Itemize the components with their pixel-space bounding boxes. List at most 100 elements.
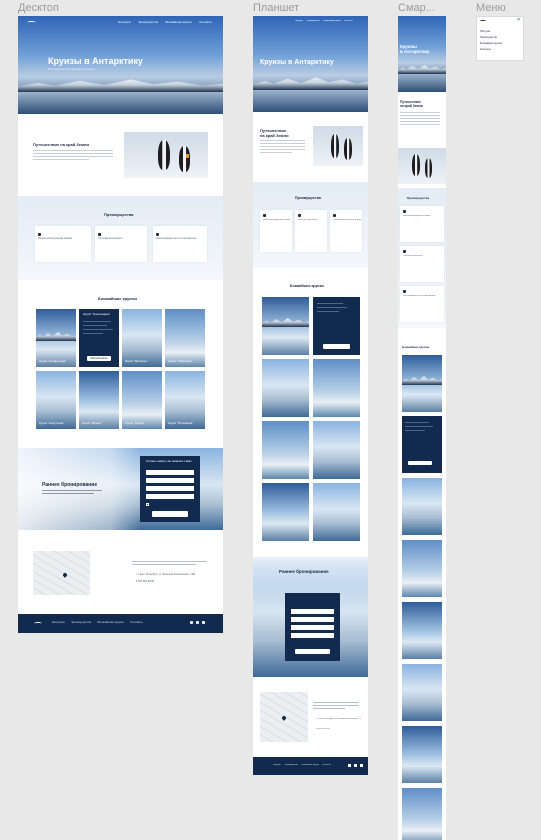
menu-item[interactable]: Ближайшие круизы [480, 42, 502, 45]
cruise-card[interactable]: Круиз "Фрегат" [79, 371, 119, 429]
footer-logo-icon[interactable] [34, 622, 42, 625]
vk-icon[interactable] [190, 621, 193, 624]
frame-label-menu: Меню [476, 2, 506, 14]
instagram-icon[interactable] [196, 621, 199, 624]
logo-icon[interactable] [27, 21, 36, 24]
cruise-card[interactable] [262, 359, 309, 417]
telegram-icon[interactable] [360, 764, 363, 767]
submit-button[interactable] [295, 649, 330, 654]
cruise-card[interactable]: Круиз "Лабрадор" [165, 309, 205, 367]
advantage-card: Небольшой круизный лайнер [260, 210, 292, 252]
nav-link[interactable]: Ближайшие круизы [165, 21, 192, 25]
mobile-hero: Круизы в Антарктику [398, 16, 446, 92]
menu-item[interactable]: Контакты [480, 48, 491, 51]
instagram-icon[interactable] [354, 764, 357, 767]
cruise-card[interactable] [262, 421, 309, 479]
cruise-card[interactable] [402, 355, 442, 412]
agree-checkbox[interactable] [146, 503, 149, 506]
cruises-title: Ближайшие круизы [98, 296, 138, 301]
advantage-label: Система озеленения [298, 219, 318, 221]
menu-logo-icon[interactable] [480, 20, 486, 22]
cruise-card[interactable] [402, 478, 442, 535]
cruise-card[interactable] [402, 664, 442, 721]
nav-link[interactable]: Преимущества [306, 20, 320, 23]
intro-title: Путешествие на край Земли [33, 142, 89, 147]
close-icon[interactable]: × [517, 18, 520, 23]
cruise-card[interactable] [262, 297, 309, 355]
cruise-card[interactable]: Круиз "Антарктида" [36, 309, 76, 367]
advantages-title: Преимущества [295, 196, 321, 200]
leaf-icon [298, 214, 301, 217]
cruise-card[interactable] [402, 788, 442, 840]
footer-link[interactable]: Ближайшие круизы [301, 764, 319, 767]
phone-input[interactable] [291, 617, 334, 622]
nav-link[interactable]: Контакты [344, 20, 353, 23]
map[interactable] [33, 551, 90, 595]
booking-title: Раннее бронирование [279, 569, 329, 574]
cruise-card[interactable]: Круиз "Мичиган" [122, 309, 162, 367]
footer-link[interactable]: Нагрузка [52, 621, 65, 625]
frame-label-smartphone: Смар... [398, 2, 435, 14]
advantage-label: Небольшой круизный лайнер [263, 219, 291, 221]
email-input[interactable] [146, 486, 194, 491]
intro-title: Путешествие на край Земли [260, 128, 289, 138]
nav-link[interactable]: Преимущества [138, 21, 159, 25]
nav-link[interactable]: Нагрузка [295, 20, 303, 23]
cruise-card[interactable] [402, 726, 442, 783]
cruise-card[interactable]: Круиз "Алеутская" [36, 371, 76, 429]
book-button[interactable] [323, 344, 350, 349]
cruise-card-detail[interactable] [313, 297, 360, 355]
cruise-card[interactable] [313, 421, 360, 479]
phone-input[interactable] [146, 478, 194, 483]
advantage-card: Эксклюзивные места в Антарктике [400, 286, 444, 322]
footer-link[interactable]: Преимущества [284, 764, 298, 767]
hero-title: Круизы в Антарктику [48, 56, 143, 66]
booking-form [285, 593, 340, 661]
penguin-photo [398, 148, 446, 184]
date-input[interactable] [291, 633, 334, 638]
cruise-card[interactable] [262, 483, 309, 541]
cruise-card[interactable] [313, 359, 360, 417]
book-button[interactable] [408, 461, 432, 465]
cruise-card[interactable] [402, 602, 442, 659]
cruise-card[interactable]: Круиз "Полярный" [165, 371, 205, 429]
cruises-title: Ближайшие круизы [402, 345, 430, 349]
email-input[interactable] [291, 625, 334, 630]
cruise-card[interactable] [402, 540, 442, 597]
cruise-card-detail[interactable]: Круиз "Гренландия" Забронировать [79, 309, 119, 367]
name-input[interactable] [146, 470, 194, 475]
leaf-icon [98, 233, 101, 236]
advantages-title: Преимущества [104, 212, 134, 217]
name-input[interactable] [291, 609, 334, 614]
nav-link[interactable]: Ближайшие круизы [323, 20, 341, 23]
tablet-footer: Нагрузка Преимущества Ближайшие круизы К… [253, 757, 368, 775]
advantage-label: Система озеленения [98, 237, 123, 240]
intro-title: Путешествие на край Земли [400, 100, 423, 108]
footer-link[interactable]: Контакты [322, 764, 331, 767]
vk-icon[interactable] [348, 764, 351, 767]
tablet-hero: Нагрузка Преимущества Ближайшие круизы К… [253, 16, 368, 112]
contact-phone[interactable]: 8 800 800 80 88 [136, 580, 154, 583]
date-input[interactable] [146, 494, 194, 499]
nav-link[interactable]: Контакты [199, 21, 212, 25]
footer-link[interactable]: Нагрузка [273, 764, 281, 767]
hero-title: Круизы в Антарктику [400, 44, 430, 55]
footer-link[interactable]: Контакты [130, 621, 143, 625]
cruise-card[interactable]: Круиз "Ушуая" [122, 371, 162, 429]
footer-link[interactable]: Ближайшие круизы [97, 621, 124, 625]
submit-button[interactable] [152, 511, 188, 517]
contact-address: г. Санкт-Петербург, ул. Большая Конюшенн… [136, 573, 196, 576]
nav-link[interactable]: Нагрузка [118, 21, 131, 25]
menu-item[interactable]: Нагрузка [480, 30, 490, 33]
frame-label-tablet: Планшет [253, 2, 300, 14]
cruise-card-detail[interactable] [402, 416, 442, 473]
contact-phone[interactable]: 8 800 800 80 88 [316, 728, 330, 731]
book-button[interactable]: Забронировать [87, 356, 111, 361]
cruise-card[interactable] [313, 483, 360, 541]
advantages-section: Преимущества Небольшой круизный лайнер С… [18, 196, 223, 280]
telegram-icon[interactable] [202, 621, 205, 624]
menu-item[interactable]: Преимущества [480, 36, 497, 39]
advantage-label: Небольшой круизный лайнер [403, 215, 431, 217]
footer-link[interactable]: Преимущества [71, 621, 92, 625]
map[interactable] [260, 692, 308, 742]
